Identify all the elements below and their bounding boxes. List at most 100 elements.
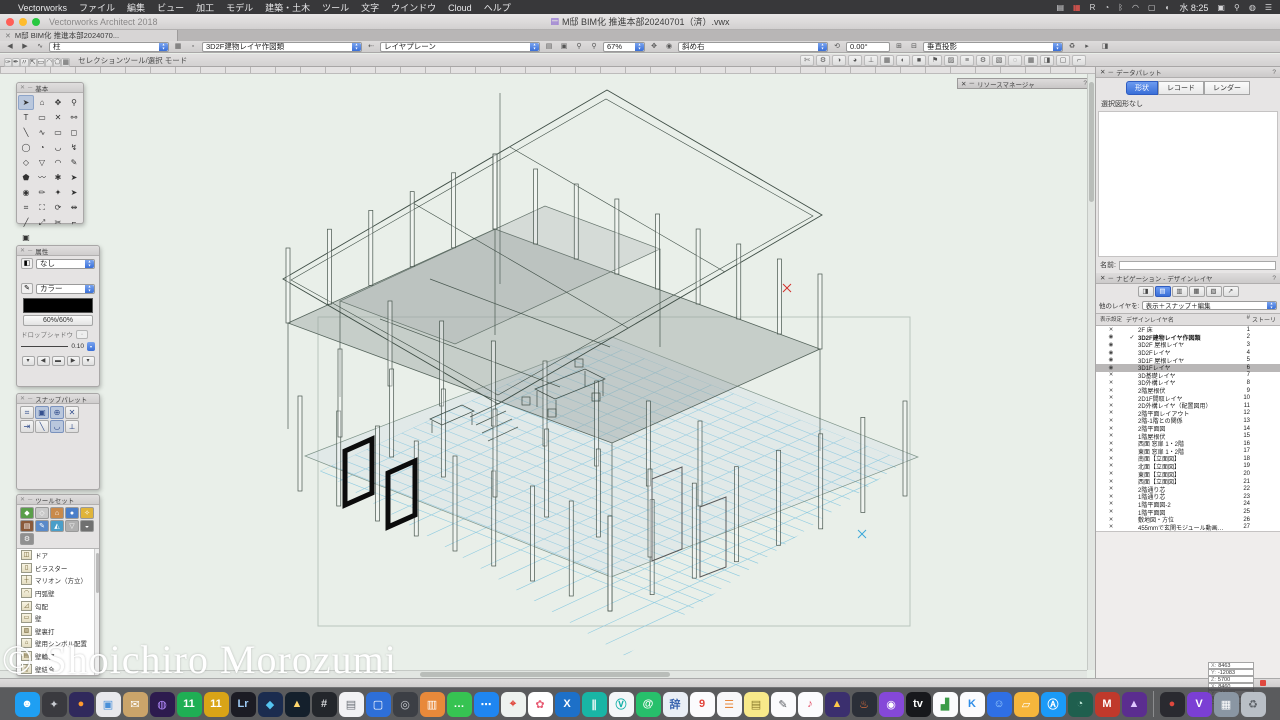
palette-close-icon[interactable]: ✕ — [20, 84, 25, 91]
active-layer-dropdown[interactable]: 3D2F建物レイヤ作図類 — [202, 42, 362, 52]
menu-status-icon[interactable]: ◖ — [1165, 3, 1170, 12]
dock-app-icon[interactable]: M — [1095, 692, 1120, 717]
dock-app-icon[interactable]: ▤ — [339, 692, 364, 717]
layer-visibility-icon[interactable]: ✕ — [1096, 463, 1126, 469]
toolset-category-icon[interactable]: ▽ — [65, 520, 79, 532]
palette-collapse-icon[interactable]: ─ — [28, 248, 32, 254]
toolset-tool-item[interactable]: ┼ マリオン（方立） — [17, 574, 99, 587]
basic-tool-icon[interactable]: ✂ — [50, 215, 66, 230]
layer-visibility-icon[interactable]: ✕ — [1096, 494, 1126, 500]
snap-mode-icon[interactable]: ⌗ — [20, 406, 34, 419]
toolset-tool-item[interactable]: ◿ 勾配 — [17, 599, 99, 612]
dock-app-icon[interactable]: ☺ — [987, 692, 1012, 717]
dock-app-icon[interactable]: ✦ — [42, 692, 67, 717]
flyover-icon[interactable]: ◉ — [663, 42, 675, 52]
toolset-category-icon[interactable]: ◆ — [20, 507, 34, 519]
menu-status-icon[interactable]: ▤ — [1056, 3, 1064, 12]
attribute-nav-button[interactable]: ▬ — [52, 356, 65, 366]
menu-item[interactable]: ヘルプ — [484, 3, 511, 13]
menu-status-icon[interactable]: R — [1090, 3, 1096, 12]
snap-mode-icon[interactable]: ⟂ — [65, 420, 79, 433]
attribute-nav-button[interactable]: ▶ — [67, 356, 80, 366]
snap-mode-icon[interactable]: ◡ — [50, 420, 64, 433]
stepper-icon[interactable] — [635, 43, 644, 51]
dock-app-icon[interactable]: tv — [906, 692, 931, 717]
basic-tool-icon[interactable]: ▣ — [18, 230, 34, 245]
dock-app-icon[interactable]: ♻ — [1241, 692, 1266, 717]
basic-tool-icon[interactable]: 〰 — [34, 170, 50, 185]
navigation-tab-icon[interactable]: ◨ — [1138, 286, 1154, 297]
class-lock-icon[interactable]: ▫ — [187, 42, 199, 52]
render-options-icon[interactable]: ▸ — [1081, 42, 1093, 52]
dock-app-icon[interactable]: ✉ — [123, 692, 148, 717]
basic-tool-icon[interactable]: ╲ — [18, 125, 34, 140]
palette-help-icon[interactable]: ? — [1272, 275, 1276, 282]
stepper-icon[interactable] — [1267, 302, 1276, 309]
layer-visibility-icon[interactable]: ✕ — [1096, 426, 1126, 432]
basic-tool-icon[interactable]: T — [18, 110, 34, 125]
palette-close-icon[interactable]: ✕ — [20, 247, 25, 254]
dock-app-icon[interactable]: … — [447, 692, 472, 717]
layer-visibility-icon[interactable]: ◉ — [1096, 350, 1126, 356]
palette-collapse-icon[interactable]: ─ — [969, 80, 974, 87]
utility-tool-icon[interactable]: ▦ — [880, 55, 894, 66]
menu-item[interactable]: 加工 — [196, 3, 214, 13]
navigation-tab-icon[interactable]: ▧ — [1206, 286, 1222, 297]
palette-collapse-icon[interactable]: ─ — [28, 497, 32, 503]
palette-close-icon[interactable]: ✕ — [961, 80, 966, 88]
dock-app-icon[interactable]: ⋯ — [474, 692, 499, 717]
basic-tool-icon[interactable]: ⌗ — [18, 200, 34, 215]
palette-close-icon[interactable]: ✕ — [1100, 68, 1105, 76]
dock-app-icon[interactable]: ◆ — [258, 692, 283, 717]
basic-tool-icon[interactable]: ✱ — [50, 170, 66, 185]
dock-app-icon[interactable]: ✎ — [771, 692, 796, 717]
basic-tool-icon[interactable]: ⚯ — [66, 110, 82, 125]
scrollbar-thumb[interactable] — [420, 672, 670, 677]
dock-app-icon[interactable]: ∥ — [582, 692, 607, 717]
opacity-button[interactable]: 60%/60% — [23, 315, 93, 326]
layer-options-icon[interactable]: ⇠ — [365, 42, 377, 52]
basic-tool-icon[interactable]: ◔ — [34, 140, 50, 155]
stepper-icon[interactable] — [530, 43, 539, 51]
utility-tool-icon[interactable]: ▨ — [944, 55, 958, 66]
layer-visibility-icon[interactable]: ✕ — [1096, 403, 1126, 409]
dock-app-icon[interactable]: ● — [69, 692, 94, 717]
palette-collapse-icon[interactable]: ─ — [1108, 69, 1113, 76]
attribute-nav-button[interactable]: ◀ — [37, 356, 50, 366]
minimize-window-button[interactable] — [19, 18, 27, 26]
basic-tool-icon[interactable]: ◇ — [18, 155, 34, 170]
basic-tool-icon[interactable]: ↯ — [66, 140, 82, 155]
utility-tool-icon[interactable]: ⚙ — [816, 55, 830, 66]
layer-visibility-icon[interactable]: ◉ — [1096, 357, 1126, 363]
dock-app-icon[interactable]: ⌖ — [501, 692, 526, 717]
mode-icon[interactable]: ⇱ — [29, 58, 37, 67]
palette-collapse-icon[interactable]: ─ — [1108, 275, 1113, 282]
pen-color-swatch[interactable] — [23, 298, 93, 313]
menu-clock[interactable]: 水 8:25 — [1179, 1, 1208, 14]
snap-mode-icon[interactable]: ▣ — [35, 406, 49, 419]
dock-app-icon[interactable]: V — [1187, 692, 1212, 717]
navigation-tab-icon[interactable]: ▤ — [1155, 286, 1171, 297]
dock-app-icon[interactable]: ◉ — [879, 692, 904, 717]
dock-app-icon[interactable]: ♨ — [852, 692, 877, 717]
basic-tool-icon[interactable]: ⌐ — [66, 215, 82, 230]
dock-app-icon[interactable]: ▲ — [285, 692, 310, 717]
pen-style-dropdown[interactable]: カラー — [36, 284, 95, 294]
toolset-category-icon[interactable]: ◭ — [50, 520, 64, 532]
dock-app-icon[interactable]: # — [312, 692, 337, 717]
data-palette-header[interactable]: ✕ ─ データパレット ? — [1096, 67, 1280, 78]
utility-tool-icon[interactable]: ▧ — [992, 55, 1006, 66]
basic-tool-icon[interactable]: ➤ — [66, 185, 82, 200]
basic-tool-icon[interactable]: ◉ — [18, 185, 34, 200]
attribute-nav-button[interactable]: ▾ — [22, 356, 35, 366]
utility-tool-icon[interactable]: ▦ — [1024, 55, 1038, 66]
layer-visibility-icon[interactable]: ✕ — [1096, 410, 1126, 416]
stepper-icon[interactable] — [159, 43, 168, 51]
toolset-category-icon[interactable]: ⌂ — [50, 507, 64, 519]
menu-utility-icon[interactable]: ◍ — [1249, 3, 1256, 12]
layer-visibility-icon[interactable]: ✕ — [1096, 456, 1126, 462]
utility-tool-icon[interactable]: ◕ — [848, 55, 862, 66]
dock-app-icon[interactable]: ☻ — [15, 692, 40, 717]
view-forward-icon[interactable]: ▶ — [19, 42, 31, 52]
layer-visibility-icon[interactable]: ◉ — [1096, 334, 1126, 340]
